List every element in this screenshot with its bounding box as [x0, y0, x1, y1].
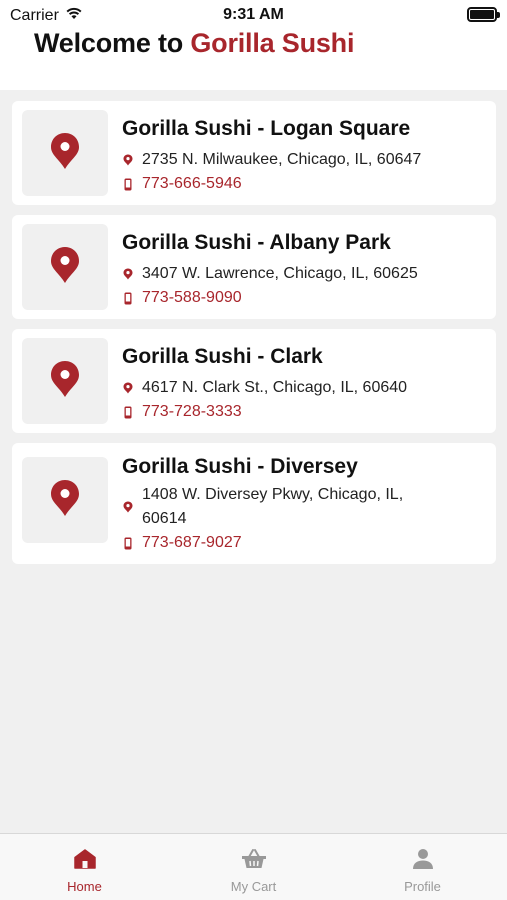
location-phone-row[interactable]: 773-687-9027: [122, 531, 486, 555]
person-icon: [411, 848, 435, 873]
location-address-row: 4617 N. Clark St., Chicago, IL, 60640: [122, 376, 486, 400]
location-phone-row[interactable]: 773-588-9090: [122, 286, 486, 310]
tab-my-cart-label: My Cart: [230, 879, 277, 894]
pin-icon: [122, 501, 134, 513]
location-address: 4617 N. Clark St., Chicago, IL, 60640: [142, 379, 408, 396]
location-address-row: 3407 W. Lawrence, Chicago, IL, 60625: [122, 262, 486, 286]
location-name: Gorilla Sushi - Clark: [122, 345, 323, 368]
basket-icon: [241, 848, 267, 873]
location-card[interactable]: Gorilla Sushi - Albany Park 3407 W. Lawr…: [12, 215, 496, 319]
location-name: Gorilla Sushi - Logan Square: [122, 117, 411, 140]
location-thumbnail: [22, 224, 108, 310]
location-address: 1408 W. Diversey Pkwy, Chicago, IL, 6061…: [142, 486, 404, 527]
location-card[interactable]: Gorilla Sushi - Logan Square 2735 N. Mil…: [12, 101, 496, 205]
map-pin-icon: [50, 360, 80, 403]
location-info: Gorilla Sushi - Albany Park 3407 W. Lawr…: [122, 224, 486, 310]
map-pin-icon: [50, 132, 80, 175]
tab-home-label: Home: [67, 879, 102, 894]
top-bar: Carrier 9:31 AM Welcome to Gorilla Sushi: [0, 0, 507, 90]
location-phone[interactable]: 773-728-3333: [142, 400, 242, 424]
location-address: 2735 N. Milwaukee, Chicago, IL, 60647: [142, 151, 422, 168]
location-info: Gorilla Sushi - Diversey 1408 W. Diverse…: [122, 452, 486, 555]
location-phone[interactable]: 773-666-5946: [142, 172, 242, 196]
location-info: Gorilla Sushi - Logan Square 2735 N. Mil…: [122, 110, 486, 196]
tab-home[interactable]: Home: [0, 834, 169, 900]
map-pin-icon: [50, 246, 80, 289]
tab-profile[interactable]: Profile: [338, 834, 507, 900]
location-phone-row[interactable]: 773-666-5946: [122, 172, 486, 196]
location-name: Gorilla Sushi - Albany Park: [122, 231, 391, 254]
battery-icon: [467, 7, 500, 22]
location-thumbnail: [22, 110, 108, 196]
location-thumbnail: [22, 338, 108, 424]
title-prefix: Welcome to: [34, 28, 191, 58]
phone-icon: [122, 178, 134, 191]
location-address: 3407 W. Lawrence, Chicago, IL, 60625: [142, 265, 418, 282]
phone-icon: [122, 537, 134, 550]
location-address-row: 2735 N. Milwaukee, Chicago, IL, 60647: [122, 148, 486, 172]
pin-icon: [122, 268, 134, 280]
screen: Carrier 9:31 AM Welcome to Gorilla Sushi: [0, 0, 507, 900]
location-name: Gorilla Sushi - Diversey: [122, 455, 358, 478]
location-info: Gorilla Sushi - Clark 4617 N. Clark St.,…: [122, 338, 486, 424]
location-phone[interactable]: 773-687-9027: [142, 531, 242, 555]
pin-icon: [122, 382, 134, 394]
location-phone[interactable]: 773-588-9090: [142, 286, 242, 310]
tab-my-cart[interactable]: My Cart: [169, 834, 338, 900]
home-icon: [73, 848, 97, 873]
location-thumbnail: [22, 457, 108, 543]
status-bar: Carrier 9:31 AM: [0, 0, 507, 30]
map-pin-icon: [50, 479, 80, 522]
phone-icon: [122, 406, 134, 419]
location-phone-row[interactable]: 773-728-3333: [122, 400, 486, 424]
clock: 9:31 AM: [223, 6, 284, 23]
pin-icon: [122, 154, 134, 166]
location-card[interactable]: Gorilla Sushi - Diversey 1408 W. Diverse…: [12, 443, 496, 564]
tab-bar: Home My Cart Profile: [0, 833, 507, 900]
tab-profile-label: Profile: [404, 879, 441, 894]
location-address-row: 1408 W. Diversey Pkwy, Chicago, IL, 6061…: [122, 483, 486, 531]
title-brand: Gorilla Sushi: [190, 28, 355, 58]
location-list: Gorilla Sushi - Logan Square 2735 N. Mil…: [12, 101, 496, 564]
location-card[interactable]: Gorilla Sushi - Clark 4617 N. Clark St.,…: [12, 329, 496, 433]
phone-icon: [122, 292, 134, 305]
page-title: Welcome to Gorilla Sushi: [34, 28, 354, 59]
